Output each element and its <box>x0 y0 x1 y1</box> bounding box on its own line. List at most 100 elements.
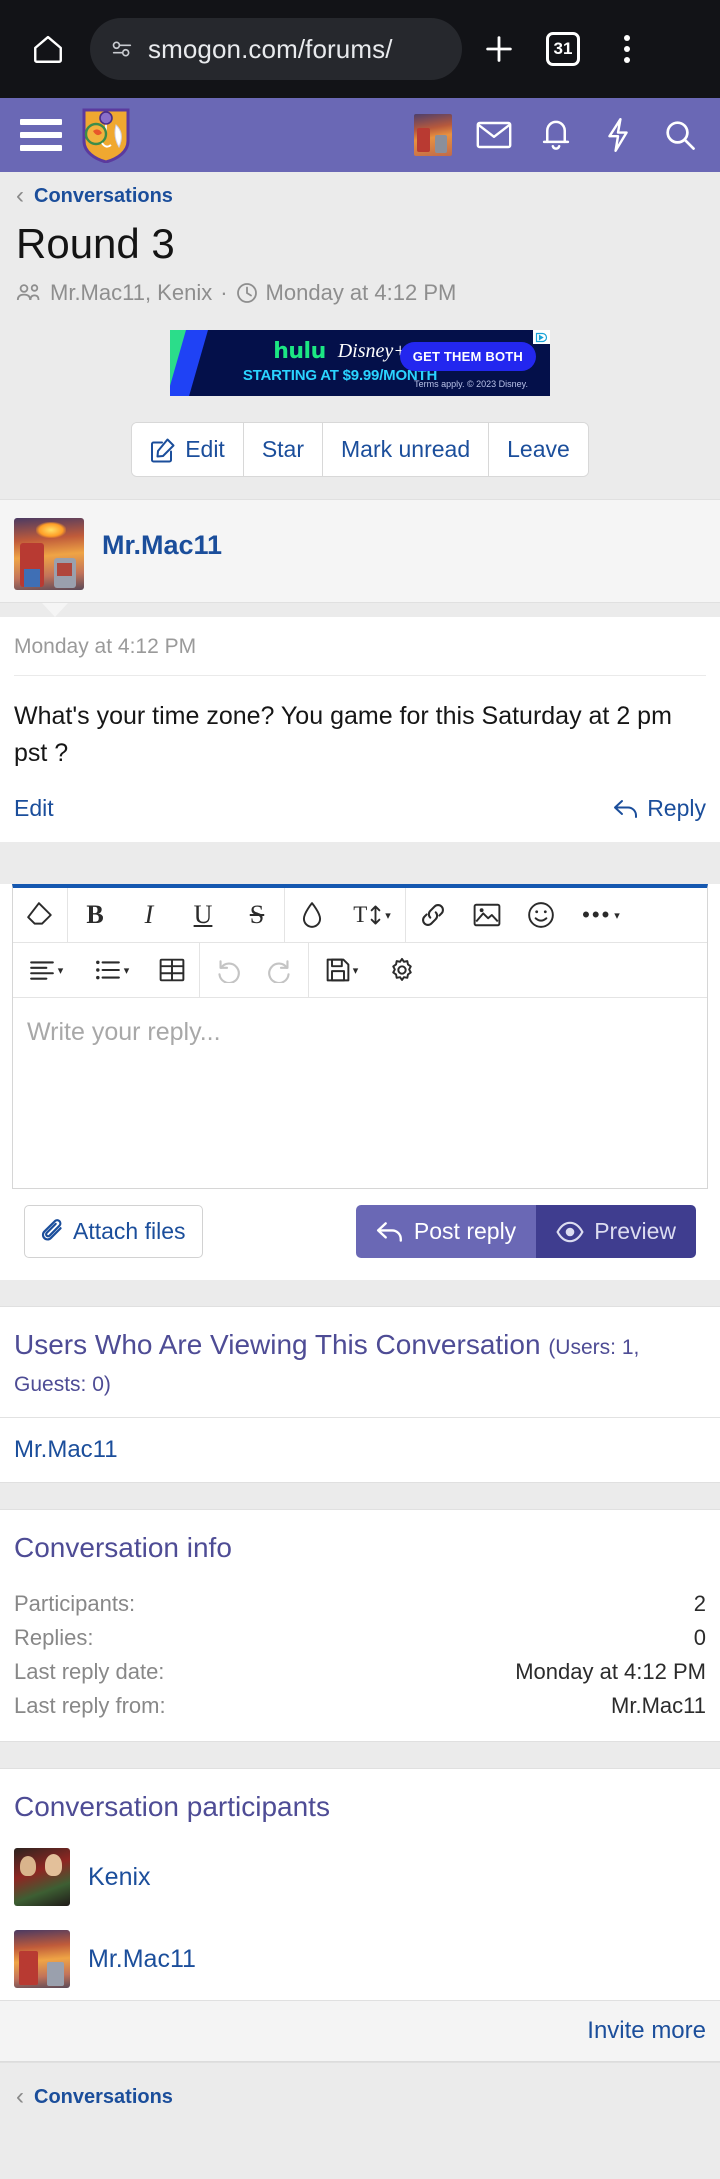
settings-gear-icon[interactable] <box>375 943 429 997</box>
font-size-icon[interactable]: T ▾ <box>339 888 405 942</box>
conversation-info-title: Conversation info <box>14 1532 232 1564</box>
ad-cta-button[interactable]: GET THEM BOTH <box>399 342 536 372</box>
bullet-list-icon[interactable]: ▾ <box>79 943 145 997</box>
footer-breadcrumb-label[interactable]: Conversations <box>34 2086 173 2109</box>
reply-textarea[interactable]: Write your reply... <box>13 998 707 1189</box>
italic-icon[interactable]: I <box>122 888 176 942</box>
table-icon[interactable] <box>145 943 199 997</box>
paperclip-icon <box>41 1218 65 1245</box>
strikethrough-icon[interactable]: S <box>230 888 284 942</box>
undo-icon[interactable] <box>200 943 254 997</box>
more-options-icon[interactable]: ••• ▾ <box>568 888 634 942</box>
mrmac11-avatar[interactable] <box>14 1930 70 1989</box>
user-avatar[interactable] <box>414 114 452 156</box>
adchoices-icon[interactable] <box>533 330 550 345</box>
page-title: Round 3 <box>16 220 175 267</box>
reply-arrow-icon <box>613 798 639 820</box>
page-content: ‹ Conversations Round 3 Mr.Mac11, Kenix … <box>0 172 720 2132</box>
ad-banner[interactable]: hulu Disney+ STARTING AT $9.99/MONTH GET… <box>170 330 550 397</box>
chevron-down-icon: ▾ <box>614 909 620 922</box>
users-viewing-block: Users Who Are Viewing This Conversation … <box>0 1306 720 1484</box>
mark-unread-button[interactable]: Mark unread <box>323 423 490 477</box>
bold-icon[interactable]: B <box>68 888 122 942</box>
message-reply-button[interactable]: Reply <box>613 795 706 822</box>
italic-glyph: I <box>144 900 154 930</box>
message-text: What's your time zone? You game for this… <box>14 702 672 767</box>
message-body: Monday at 4:12 PM What's your time zone?… <box>0 617 720 843</box>
hamburger-menu-icon[interactable] <box>20 119 62 151</box>
action-button-group: Edit Star Mark unread Leave <box>131 422 589 478</box>
image-icon[interactable] <box>460 888 514 942</box>
draft-save-icon[interactable]: ▾ <box>309 943 375 997</box>
conversation-participants-title: Conversation participants <box>14 1791 330 1823</box>
text-color-icon[interactable] <box>285 888 339 942</box>
meta-date: Monday at 4:12 PM <box>265 280 457 306</box>
message-reply-label: Reply <box>647 795 706 822</box>
people-icon <box>16 283 42 303</box>
chevron-left-icon: ‹ <box>16 2083 24 2111</box>
preview-button[interactable]: Preview <box>536 1205 696 1259</box>
pencil-square-icon <box>150 437 176 463</box>
chevron-down-icon: ▾ <box>123 964 130 977</box>
list-item[interactable]: Kenix <box>0 1836 720 1918</box>
smiley-icon[interactable] <box>514 888 568 942</box>
leave-button[interactable]: Leave <box>489 423 588 477</box>
tab-count-label: 31 <box>546 32 580 66</box>
underline-icon[interactable]: U <box>176 888 230 942</box>
info-row: Participants: 2 <box>14 1587 706 1621</box>
breadcrumb-label[interactable]: Conversations <box>34 185 173 208</box>
meta-participants: Mr.Mac11, Kenix <box>50 280 213 306</box>
message-edit-link[interactable]: Edit <box>14 795 54 822</box>
message-author-name[interactable]: Mr.Mac11 <box>102 518 222 561</box>
list-item[interactable]: Mr.Mac11 <box>0 1918 720 2000</box>
users-viewing-heading: Users Who Are Viewing This Conversation <box>14 1329 541 1361</box>
kebab-menu-icon[interactable] <box>600 22 654 76</box>
link-icon[interactable] <box>406 888 460 942</box>
site-settings-icon[interactable] <box>110 40 134 58</box>
edit-button-label: Edit <box>185 436 225 463</box>
attach-files-label: Attach files <box>73 1218 186 1245</box>
smogon-shield-logo[interactable] <box>80 107 132 163</box>
kenix-avatar[interactable] <box>14 1848 70 1907</box>
address-bar[interactable]: smogon.com/forums/ <box>90 18 462 80</box>
star-button[interactable]: Star <box>243 423 324 477</box>
participant-name[interactable]: Mr.Mac11 <box>88 1945 196 1974</box>
edit-button[interactable]: Edit <box>132 423 244 477</box>
invite-more-link[interactable]: Invite more <box>587 2017 706 2045</box>
info-label: Last reply from: <box>14 1693 166 1719</box>
info-label: Participants: <box>14 1591 136 1617</box>
underline-glyph: U <box>193 900 213 930</box>
footer-breadcrumb[interactable]: ‹ Conversations <box>0 2063 720 2132</box>
tab-counter-button[interactable]: 31 <box>536 22 590 76</box>
plus-icon[interactable] <box>472 22 526 76</box>
disney-plus-logo: Disney+ <box>337 339 407 362</box>
advertisement[interactable]: hulu Disney+ STARTING AT $9.99/MONTH GET… <box>0 316 720 406</box>
meta-separator: · <box>220 280 228 306</box>
align-text-icon[interactable]: ▾ <box>13 943 79 997</box>
info-label: Last reply date: <box>14 1659 165 1685</box>
participant-name[interactable]: Kenix <box>88 1863 151 1892</box>
info-value-link[interactable]: Mr.Mac11 <box>611 1693 706 1719</box>
conversation-info-block: Conversation info Participants: 2 Replie… <box>0 1509 720 1743</box>
chevron-down-icon: ▾ <box>57 964 64 977</box>
chevron-down-icon: ▾ <box>352 964 359 977</box>
search-icon[interactable] <box>660 115 700 155</box>
message-author-avatar[interactable] <box>14 518 84 591</box>
remove-formatting-icon[interactable] <box>13 888 67 942</box>
attach-files-button[interactable]: Attach files <box>24 1205 203 1259</box>
ad-terms-text: Terms apply. © 2023 Disney. <box>414 379 528 390</box>
redo-icon[interactable] <box>254 943 308 997</box>
message-timestamp: Monday at 4:12 PM <box>14 617 706 677</box>
viewing-user-link[interactable]: Mr.Mac11 <box>14 1436 118 1463</box>
breadcrumb[interactable]: ‹ Conversations <box>0 172 720 214</box>
bell-icon[interactable] <box>536 115 576 155</box>
envelope-icon[interactable] <box>474 115 514 155</box>
post-reply-button[interactable]: Post reply <box>355 1205 537 1259</box>
leave-button-label: Leave <box>507 436 570 463</box>
info-row: Last reply from: Mr.Mac11 <box>14 1689 706 1723</box>
home-icon[interactable] <box>22 23 74 75</box>
info-value: Monday at 4:12 PM <box>515 1659 706 1685</box>
list-item: Mr.Mac11 <box>0 1418 720 1482</box>
lightning-bolt-icon[interactable] <box>598 115 638 155</box>
reply-arrow-icon <box>376 1220 404 1244</box>
